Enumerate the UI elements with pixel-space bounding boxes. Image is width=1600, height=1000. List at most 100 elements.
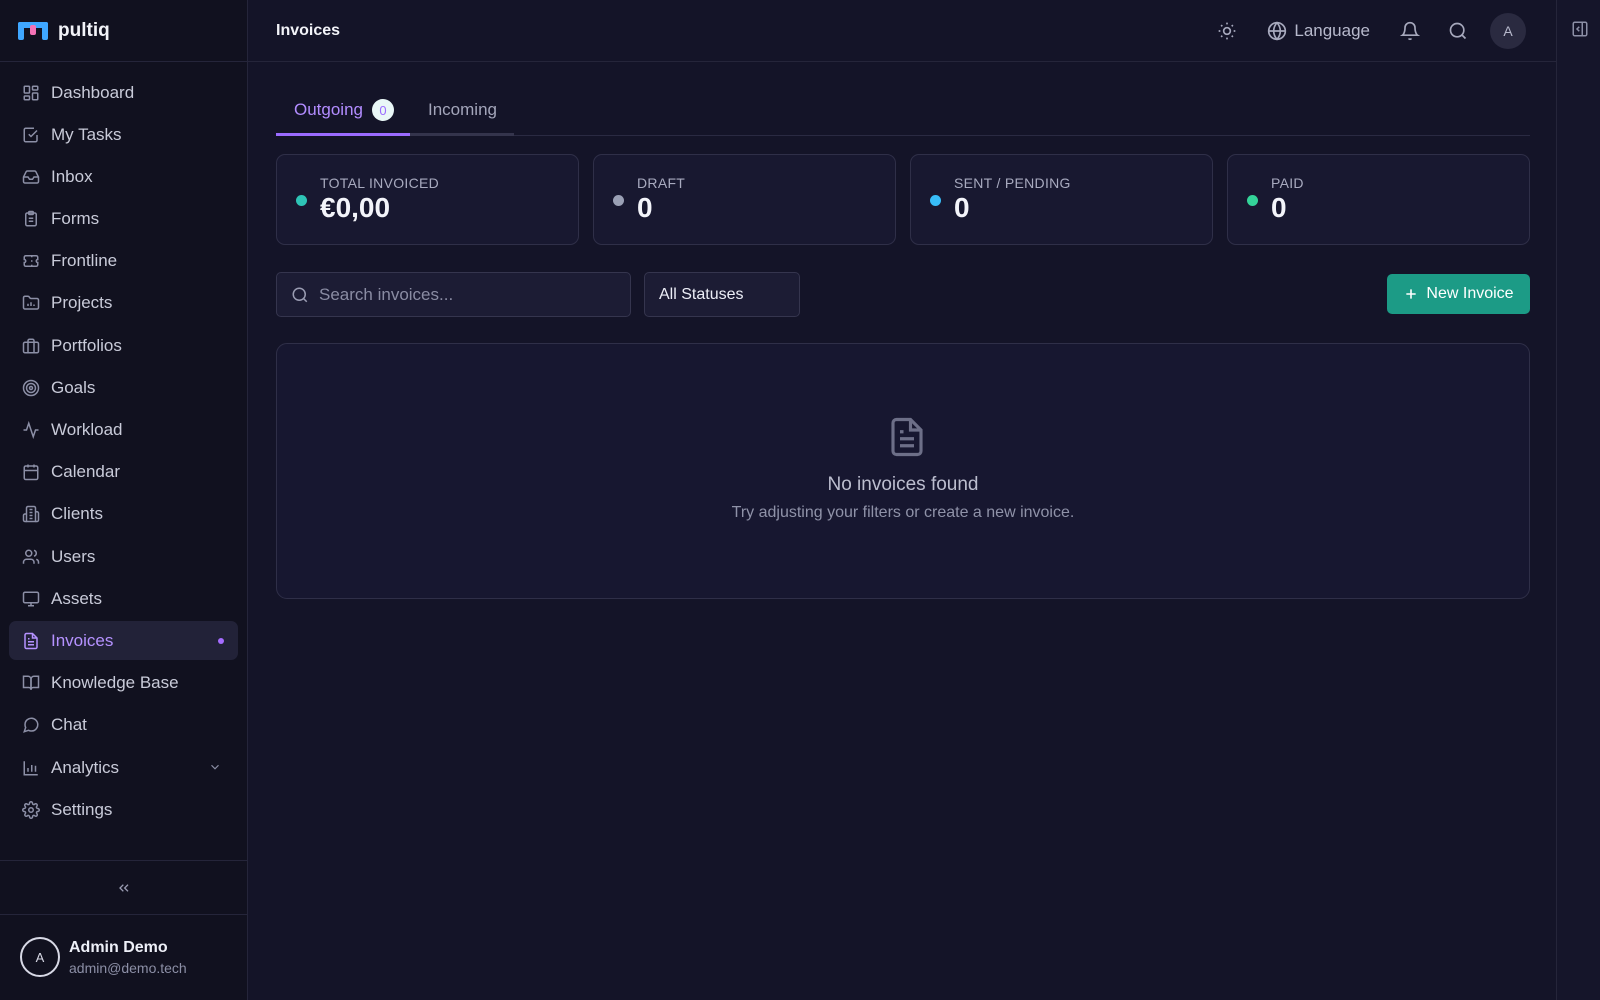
tab-incoming[interactable]: Incoming [410, 87, 514, 136]
chevron-down-icon[interactable] [208, 760, 222, 774]
globe-icon [1268, 21, 1287, 41]
user-name: Admin Demo [69, 938, 168, 956]
stat-label: DRAFT [637, 175, 686, 191]
status-dot [1247, 195, 1258, 206]
users-icon [22, 549, 40, 564]
sidebar-item-label: Portfolios [51, 335, 122, 355]
stat-card-sent-pending: SENT / PENDING 0 [910, 154, 1213, 245]
sidebar-item-goals[interactable]: Goals [9, 368, 238, 407]
stat-value: 0 [637, 192, 653, 223]
bell-icon[interactable] [1400, 21, 1420, 41]
bar-chart-icon [23, 760, 38, 775]
status-dot [930, 195, 941, 206]
dashboard-icon [23, 85, 39, 100]
new-invoice-label: New Invoice [1426, 285, 1514, 302]
gear-icon [22, 800, 40, 819]
sidebar-item-label: Calendar [51, 462, 120, 482]
search-box [276, 272, 631, 317]
sidebar-item-dashboard[interactable]: Dashboard [9, 73, 238, 112]
search-icon [292, 287, 308, 302]
invoice-tabs: Outgoing 0 Incoming [276, 62, 1530, 136]
plus-icon [1406, 289, 1417, 299]
search-input[interactable] [319, 279, 609, 310]
top-bar: Invoices Language A [248, 0, 1556, 62]
sidebar-item-portfolios[interactable]: Portfolios [9, 326, 238, 365]
briefcase-icon [22, 338, 40, 354]
sidebar-item-label: Dashboard [51, 82, 135, 102]
right-rail [1556, 0, 1600, 1000]
collapse-sidebar-button[interactable] [0, 860, 248, 915]
sidebar-item-clients[interactable]: Clients [9, 495, 238, 534]
status-filter-select[interactable]: All Statuses [644, 272, 800, 317]
main-content: Outgoing 0 Incoming TOTAL INVOICED €0,00… [276, 62, 1530, 599]
sidebar-item-workload[interactable]: Workload [9, 411, 238, 450]
stat-value: €0,00 [320, 192, 391, 223]
sidebar-item-users[interactable]: Users [9, 537, 238, 576]
sidebar-item-label: Workload [51, 420, 123, 439]
language-label: Language [1294, 21, 1370, 40]
message-circle-icon [23, 717, 39, 734]
calendar-icon [23, 464, 39, 481]
new-invoice-button[interactable]: New Invoice [1387, 274, 1530, 314]
activity-icon [23, 421, 39, 439]
inbox-icon [22, 170, 40, 184]
stat-card-paid: PAID 0 [1227, 154, 1530, 245]
tab-outgoing[interactable]: Outgoing 0 [276, 87, 410, 136]
empty-state-subtitle: Try adjusting your filters or create a n… [731, 504, 1075, 521]
sidebar-item-label: Chat [51, 715, 87, 735]
sidebar-item-knowledge-base[interactable]: Knowledge Base [9, 664, 238, 703]
sidebar-item-label: Knowledge Base [51, 673, 179, 693]
stat-value: 0 [1271, 192, 1287, 223]
sidebar-item-label: Frontline [51, 251, 118, 271]
clipboard-icon [25, 210, 37, 227]
sidebar-item-projects[interactable]: Projects [9, 284, 238, 323]
check-square-icon [23, 127, 38, 143]
sidebar-item-frontline[interactable]: Frontline [9, 242, 238, 281]
panel-toggle-icon[interactable] [1571, 20, 1589, 38]
search-icon[interactable] [1448, 21, 1468, 41]
stat-label: TOTAL INVOICED [320, 175, 440, 191]
book-icon [22, 675, 40, 691]
sidebar-item-label: Projects [51, 293, 113, 313]
user-profile[interactable]: A Admin Demo admin@demo.tech [20, 937, 187, 977]
sidebar-item-settings[interactable]: Settings [9, 790, 238, 829]
sidebar-item-label: Invoices [51, 630, 114, 650]
status-dot [613, 195, 624, 206]
app-name: pultiq [58, 19, 110, 41]
sun-icon[interactable] [1217, 21, 1237, 41]
tab-label: Outgoing [294, 100, 363, 119]
brand[interactable]: pultiq [0, 0, 247, 62]
folder-chart-icon [22, 295, 40, 311]
sidebar-item-calendar[interactable]: Calendar [9, 453, 238, 492]
sidebar-item-label: Assets [51, 588, 103, 608]
sidebar-item-invoices[interactable]: Invoices [9, 621, 238, 661]
status-filter-value: All Statuses [659, 285, 744, 303]
stat-card-draft: DRAFT 0 [593, 154, 896, 245]
sidebar-item-analytics[interactable]: Analytics [9, 748, 238, 787]
stat-label: SENT / PENDING [954, 175, 1071, 191]
sidebar: pultiq Dashboard My Tasks Inbox Forms Fr… [0, 0, 248, 1000]
sidebar-item-label: Users [51, 546, 96, 566]
building-icon [22, 506, 40, 523]
pultiq-logo-icon [18, 21, 48, 40]
sidebar-item-label: Goals [51, 377, 96, 397]
avatar: A [20, 937, 60, 977]
stat-value: 0 [954, 192, 970, 223]
target-icon [22, 379, 40, 397]
sidebar-item-label: Forms [51, 209, 100, 229]
language-selector[interactable]: Language [1267, 21, 1370, 41]
file-text-icon [891, 417, 923, 457]
sidebar-item-my-tasks[interactable]: My Tasks [9, 115, 238, 154]
sidebar-item-forms[interactable]: Forms [9, 200, 238, 239]
chevrons-left-icon [119, 883, 129, 892]
monitor-icon [22, 591, 40, 607]
stat-card-total-invoiced: TOTAL INVOICED €0,00 [276, 154, 579, 245]
ticket-icon [23, 255, 39, 268]
page-title: Invoices [276, 21, 341, 39]
stat-label: PAID [1271, 175, 1304, 191]
sidebar-item-inbox[interactable]: Inbox [9, 157, 238, 196]
avatar[interactable]: A [1490, 13, 1526, 49]
sidebar-item-assets[interactable]: Assets [9, 579, 238, 618]
sidebar-item-label: Settings [51, 799, 113, 819]
sidebar-item-chat[interactable]: Chat [9, 706, 238, 745]
